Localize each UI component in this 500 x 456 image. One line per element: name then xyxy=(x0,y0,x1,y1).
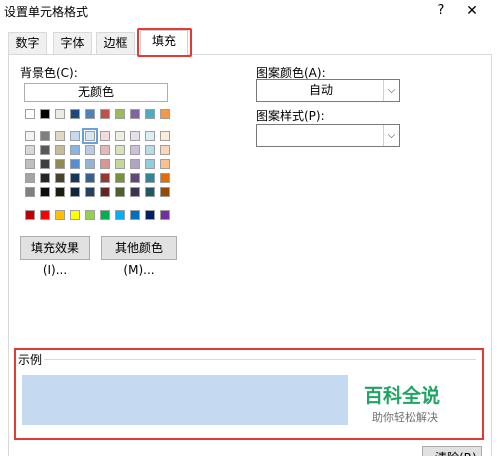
standard-color-swatch[interactable] xyxy=(70,210,80,220)
tint-color-swatch[interactable] xyxy=(25,173,35,183)
theme-color-swatch[interactable] xyxy=(115,109,125,119)
tint-color-swatch[interactable] xyxy=(25,131,35,141)
standard-color-swatch[interactable] xyxy=(100,210,110,220)
sample-preview xyxy=(22,375,348,425)
tint-color-swatch[interactable] xyxy=(70,159,80,169)
tint-color-swatch[interactable] xyxy=(115,131,125,141)
tint-color-swatch[interactable] xyxy=(100,145,110,155)
background-color-label: 背景色(C): xyxy=(20,66,78,80)
tint-color-swatch[interactable] xyxy=(55,145,65,155)
tab-font[interactable]: 字体 xyxy=(53,32,92,54)
tint-color-swatch[interactable] xyxy=(130,145,140,155)
tint-color-swatch[interactable] xyxy=(40,187,50,197)
sample-divider xyxy=(44,359,476,360)
theme-color-swatch[interactable] xyxy=(130,109,140,119)
watermark-subtitle: 助你轻松解决 xyxy=(372,411,438,424)
tint-color-swatch[interactable] xyxy=(160,131,170,141)
standard-color-swatch[interactable] xyxy=(40,210,50,220)
tab-border[interactable]: 边框 xyxy=(96,32,135,54)
tint-color-swatch[interactable] xyxy=(55,187,65,197)
tint-color-swatch[interactable] xyxy=(40,145,50,155)
tint-color-swatch[interactable] xyxy=(145,145,155,155)
tint-color-swatch[interactable] xyxy=(145,173,155,183)
theme-color-swatch[interactable] xyxy=(160,109,170,119)
dialog-title: 设置单元格格式 xyxy=(4,5,89,19)
fill-tab-highlight xyxy=(137,28,192,57)
standard-color-swatch[interactable] xyxy=(115,210,125,220)
pattern-color-value: 自动 xyxy=(308,83,333,97)
tab-strip: 数字 字体 边框 填充 xyxy=(0,26,500,56)
close-button[interactable]: ✕ xyxy=(460,1,484,21)
tab-number[interactable]: 数字 xyxy=(8,32,47,54)
standard-color-swatch[interactable] xyxy=(55,210,65,220)
tint-color-swatch[interactable] xyxy=(115,159,125,169)
tint-color-swatch[interactable] xyxy=(25,145,35,155)
standard-color-swatch[interactable] xyxy=(160,210,170,220)
theme-color-swatch[interactable] xyxy=(145,109,155,119)
tint-color-swatch[interactable] xyxy=(115,187,125,197)
theme-color-swatch[interactable] xyxy=(55,109,65,119)
tint-color-swatch[interactable] xyxy=(160,159,170,169)
tint-color-swatch[interactable] xyxy=(25,187,35,197)
standard-color-swatch[interactable] xyxy=(145,210,155,220)
theme-color-swatch[interactable] xyxy=(100,109,110,119)
theme-color-swatch[interactable] xyxy=(25,109,35,119)
tint-color-swatch[interactable] xyxy=(25,159,35,169)
tint-color-swatch[interactable] xyxy=(55,131,65,141)
standard-color-swatch[interactable] xyxy=(25,210,35,220)
tint-color-swatch[interactable] xyxy=(115,145,125,155)
tint-color-swatch[interactable] xyxy=(85,159,95,169)
tint-color-swatch[interactable] xyxy=(100,159,110,169)
tint-color-swatch[interactable] xyxy=(55,159,65,169)
chevron-down-icon: ⌵ xyxy=(383,125,399,146)
help-button[interactable]: ? xyxy=(430,1,452,21)
tint-color-swatch[interactable] xyxy=(100,173,110,183)
title-bar: 设置单元格格式 ? ✕ xyxy=(0,0,500,26)
standard-color-swatch[interactable] xyxy=(130,210,140,220)
tint-color-swatch[interactable] xyxy=(40,173,50,183)
more-colors-button[interactable]: 其他颜色(M)... xyxy=(101,236,177,277)
clear-button[interactable]: 清除(R) xyxy=(422,446,482,456)
tint-color-swatch[interactable] xyxy=(85,173,95,183)
tint-color-swatch[interactable] xyxy=(70,173,80,183)
pattern-style-label: 图案样式(P): xyxy=(256,109,325,123)
tint-color-swatch[interactable] xyxy=(145,131,155,141)
tint-color-swatch[interactable] xyxy=(145,187,155,197)
tint-color-swatch[interactable] xyxy=(115,173,125,183)
tint-color-swatch[interactable] xyxy=(160,173,170,183)
tint-color-swatch[interactable] xyxy=(100,131,110,141)
theme-color-swatch[interactable] xyxy=(70,109,80,119)
theme-color-swatch[interactable] xyxy=(40,109,50,119)
selected-color-swatch[interactable] xyxy=(82,128,98,144)
fill-effects-button[interactable]: 填充效果(I)... xyxy=(20,236,90,277)
chevron-down-icon: ⌵ xyxy=(383,80,399,101)
tint-color-swatch[interactable] xyxy=(70,187,80,197)
watermark-title: 百科全说 xyxy=(364,385,441,407)
tint-color-swatch[interactable] xyxy=(40,159,50,169)
tint-color-swatch[interactable] xyxy=(85,187,95,197)
tint-color-swatch[interactable] xyxy=(40,131,50,141)
theme-color-swatch[interactable] xyxy=(85,109,95,119)
pattern-color-select[interactable]: 自动 ⌵ xyxy=(256,79,400,102)
tint-color-swatch[interactable] xyxy=(145,159,155,169)
tint-color-swatch[interactable] xyxy=(100,187,110,197)
sample-label: 示例 xyxy=(18,353,43,367)
tint-color-swatch[interactable] xyxy=(160,145,170,155)
standard-color-swatch[interactable] xyxy=(85,210,95,220)
pattern-style-select[interactable]: ⌵ xyxy=(256,124,400,147)
tint-color-swatch[interactable] xyxy=(85,145,95,155)
tint-color-swatch[interactable] xyxy=(70,131,80,141)
tint-color-swatch[interactable] xyxy=(55,173,65,183)
tint-color-swatch[interactable] xyxy=(130,173,140,183)
tint-color-swatch[interactable] xyxy=(70,145,80,155)
no-color-button[interactable]: 无颜色 xyxy=(24,83,168,102)
tint-color-swatch[interactable] xyxy=(130,159,140,169)
tint-color-swatch[interactable] xyxy=(130,187,140,197)
tint-color-swatch[interactable] xyxy=(160,187,170,197)
tint-color-swatch[interactable] xyxy=(130,131,140,141)
